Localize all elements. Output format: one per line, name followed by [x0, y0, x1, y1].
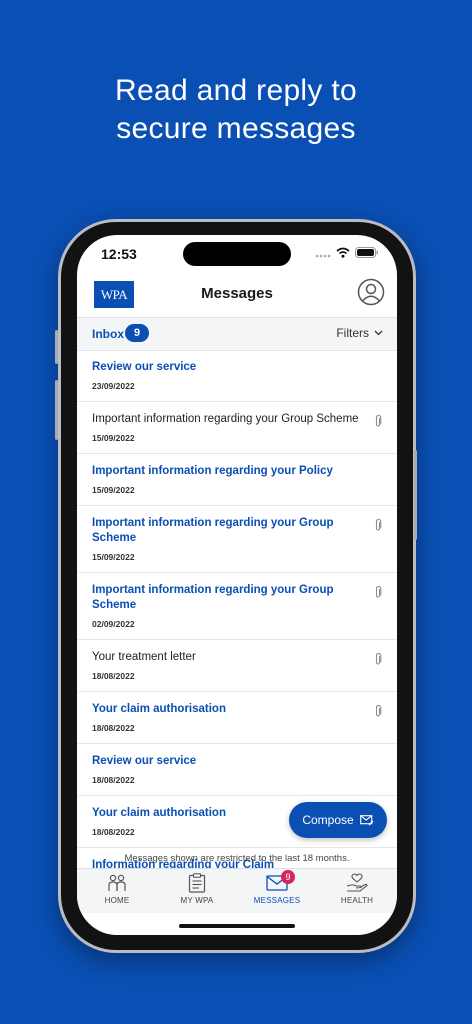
compose-label: Compose: [302, 813, 354, 827]
message-date: 02/09/2022: [92, 619, 135, 629]
message-subject: Review our service: [92, 361, 197, 373]
message-list-item[interactable]: Important information regarding your Gro…: [77, 573, 397, 640]
filters-label: Filters: [336, 326, 369, 340]
inbox-count-badge: 9: [125, 324, 149, 342]
message-list-item[interactable]: Review our service 23/09/2022: [77, 350, 397, 402]
message-date: 18/08/2022: [92, 775, 135, 785]
marketing-headline: Read and reply to secure messages: [0, 72, 472, 148]
compose-button[interactable]: Compose: [289, 802, 387, 838]
filters-button[interactable]: Filters: [336, 326, 383, 340]
tab-messages-label: MESSAGES: [253, 896, 301, 905]
message-subject: Important information regarding your Gro…: [92, 584, 334, 611]
attachment-icon: [375, 518, 382, 531]
message-subject: Your claim authorisation: [92, 703, 226, 715]
status-icons: [315, 247, 379, 258]
tab-health[interactable]: HEALTH: [317, 873, 397, 905]
attachment-icon: [375, 704, 382, 717]
app-bar: WPA Messages: [77, 275, 397, 317]
headline-line-2: secure messages: [116, 112, 356, 145]
dynamic-island: [183, 242, 291, 266]
message-subject: Important information regarding your Gro…: [92, 413, 359, 425]
heart-hand-icon: [346, 873, 368, 892]
message-date: 15/09/2022: [92, 433, 135, 443]
message-list-item[interactable]: Important information regarding your Gro…: [77, 506, 397, 573]
message-list-item[interactable]: Important information regarding your Gro…: [77, 402, 397, 454]
inbox-bar: Inbox 9 Filters: [77, 317, 397, 351]
message-list-item[interactable]: Your treatment letter 18/08/2022: [77, 640, 397, 692]
wifi-icon: [336, 247, 350, 258]
tab-my-wpa-label: MY WPA: [180, 896, 214, 905]
message-subject: Your treatment letter: [92, 651, 196, 663]
signal-icon: [315, 254, 331, 257]
home-indicator: [179, 924, 295, 928]
message-list-item[interactable]: Review our service 18/08/2022: [77, 744, 397, 796]
phone-side-button-right: [414, 450, 417, 540]
attachment-icon: [375, 652, 382, 665]
message-list-item[interactable]: Your claim authorisation 18/08/2022: [77, 692, 397, 744]
people-icon: [108, 874, 126, 891]
message-list-item[interactable]: Important information regarding your Pol…: [77, 454, 397, 506]
message-subject: Important information regarding your Pol…: [92, 465, 333, 477]
message-subject: Important information regarding your Gro…: [92, 517, 334, 544]
attachment-icon: [375, 585, 382, 598]
tab-health-label: HEALTH: [340, 896, 374, 905]
tab-home-label: HOME: [104, 896, 130, 905]
chevron-down-icon: [374, 330, 383, 336]
message-date: 15/09/2022: [92, 485, 135, 495]
messages-badge: 9: [281, 870, 295, 884]
headline-line-1: Read and reply to: [115, 74, 357, 107]
inbox-label[interactable]: Inbox: [92, 327, 124, 341]
retention-notice: Messages shown are restricted to the las…: [124, 853, 350, 864]
tab-messages[interactable]: 9 MESSAGES: [237, 870, 317, 905]
message-date: 15/09/2022: [92, 552, 135, 562]
status-time: 12:53: [101, 246, 137, 262]
phone-side-button-left-2: [55, 380, 58, 440]
profile-avatar-icon[interactable]: [357, 278, 385, 306]
battery-icon: [355, 247, 378, 258]
page-title: Messages: [201, 285, 273, 302]
tab-my-wpa[interactable]: MY WPA: [157, 873, 237, 905]
clipboard-icon: [188, 873, 206, 893]
compose-envelope-icon: [359, 814, 374, 825]
phone-side-button-left-1: [55, 330, 58, 364]
bottom-tab-bar: HOME MY WPA 9 MESSAGES HEALTH: [77, 868, 397, 913]
tab-home[interactable]: HOME: [77, 873, 157, 905]
message-date: 18/08/2022: [92, 671, 135, 681]
message-date: 23/09/2022: [92, 381, 135, 391]
phone-screen: 12:53 WPA Messages Inbox 9 Filters Revie…: [77, 235, 397, 935]
attachment-icon: [375, 414, 382, 427]
message-subject: Review our service: [92, 755, 197, 767]
message-date: 18/08/2022: [92, 723, 135, 733]
